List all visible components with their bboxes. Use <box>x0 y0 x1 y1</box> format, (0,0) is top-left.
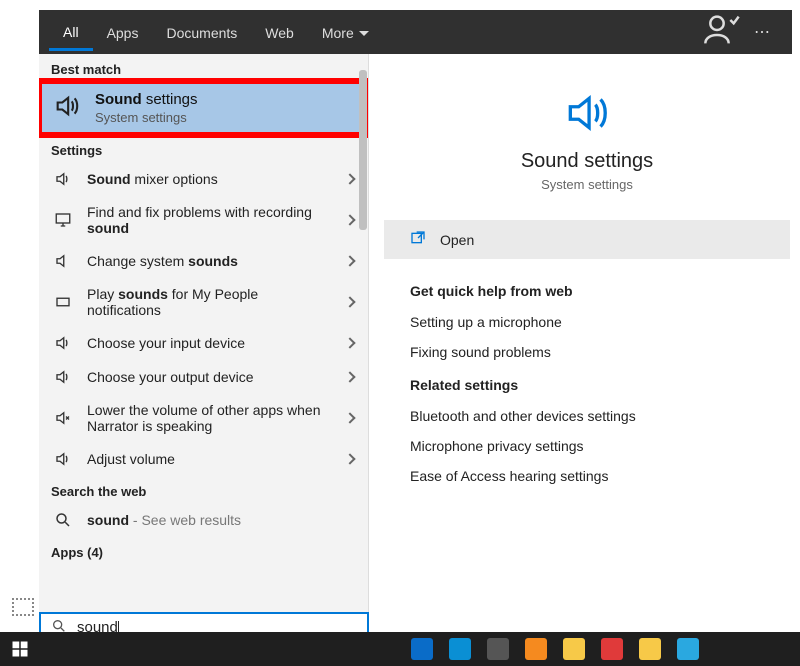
settings-result-row[interactable]: Sound mixer options <box>39 162 368 196</box>
taskbar-app-icon[interactable] <box>524 637 548 661</box>
web-result-text: sound - See web results <box>87 512 354 528</box>
chevron-right-icon <box>344 255 355 266</box>
tab-web[interactable]: Web <box>251 15 308 49</box>
feedback-icon[interactable] <box>702 10 742 55</box>
section-apps: Apps (4) <box>39 537 368 564</box>
tab-documents[interactable]: Documents <box>152 15 251 49</box>
chevron-right-icon <box>344 296 355 307</box>
open-label: Open <box>440 232 474 248</box>
mute-icon <box>53 252 73 270</box>
tab-all[interactable]: All <box>49 14 93 51</box>
search-results-panel: Best match Sound settings System setting… <box>39 54 369 621</box>
result-text: Find and fix problems with recording sou… <box>87 204 332 236</box>
tab-apps[interactable]: Apps <box>93 15 153 49</box>
settings-result-row[interactable]: Choose your input device <box>39 326 368 360</box>
taskbar-app-icon[interactable] <box>448 637 472 661</box>
tab-more-label: More <box>322 25 354 41</box>
speaker-icon <box>53 450 73 468</box>
settings-result-row[interactable]: Lower the volume of other apps when Narr… <box>39 394 368 442</box>
open-action[interactable]: Open <box>384 220 790 259</box>
more-options-icon[interactable]: ⋯ <box>742 22 782 42</box>
best-match-subtitle: System settings <box>95 110 198 125</box>
chevron-right-icon <box>344 412 355 423</box>
related-link[interactable]: Ease of Access hearing settings <box>410 461 764 491</box>
scrollbar-thumb[interactable] <box>359 70 367 230</box>
chevron-down-icon <box>359 31 369 36</box>
settings-result-row[interactable]: Find and fix problems with recording sou… <box>39 196 368 244</box>
related-header: Related settings <box>410 377 764 393</box>
web-result-row[interactable]: sound - See web results <box>39 503 368 537</box>
section-best-match: Best match <box>39 54 368 81</box>
tab-more[interactable]: More <box>308 15 383 49</box>
result-text: Adjust volume <box>87 451 332 467</box>
result-text: Change system sounds <box>87 253 332 269</box>
settings-result-row[interactable]: Play sounds for My People notifications <box>39 278 368 326</box>
taskbar-app-icon[interactable] <box>600 637 624 661</box>
settings-result-row[interactable]: Change system sounds <box>39 244 368 278</box>
speaker-icon <box>384 88 790 138</box>
best-match-result[interactable]: Sound settings System settings <box>39 81 368 135</box>
result-text: Choose your output device <box>87 369 332 385</box>
best-match-title: Sound settings <box>95 91 198 108</box>
taskbar-app-icon[interactable] <box>562 637 586 661</box>
chevron-right-icon <box>344 337 355 348</box>
related-link[interactable]: Microphone privacy settings <box>410 431 764 461</box>
taskbar-app-icon[interactable] <box>638 637 662 661</box>
settings-result-row[interactable]: Adjust volume <box>39 442 368 476</box>
taskbar-app-icon[interactable] <box>676 637 700 661</box>
speaker-icon <box>53 368 73 386</box>
search-icon <box>53 511 73 529</box>
result-text: Sound mixer options <box>87 171 332 187</box>
result-text: Lower the volume of other apps when Narr… <box>87 402 332 434</box>
search-filter-bar: All Apps Documents Web More ⋯ <box>39 10 792 54</box>
related-link[interactable]: Bluetooth and other devices settings <box>410 401 764 431</box>
speaker-icon <box>53 170 73 188</box>
taskbar-app-icon[interactable] <box>486 637 510 661</box>
monitor-icon <box>53 211 73 229</box>
settings-result-row[interactable]: Choose your output device <box>39 360 368 394</box>
section-search-web: Search the web <box>39 476 368 503</box>
chevron-right-icon <box>344 371 355 382</box>
preview-pane: Sound settings System settings Open Get … <box>384 60 790 606</box>
start-button[interactable] <box>0 640 40 658</box>
help-link[interactable]: Setting up a microphone <box>410 307 764 337</box>
speaker-icon <box>53 334 73 352</box>
chevron-right-icon <box>344 453 355 464</box>
help-link[interactable]: Fixing sound problems <box>410 337 764 367</box>
speaker-icon <box>53 92 81 125</box>
rect-icon <box>53 293 73 311</box>
result-text: Play sounds for My People notifications <box>87 286 332 318</box>
chevron-right-icon <box>344 173 355 184</box>
preview-title: Sound settings <box>384 150 790 173</box>
taskbar <box>0 632 800 666</box>
taskbar-app-icon[interactable] <box>410 637 434 661</box>
background-window-fragment <box>12 598 34 616</box>
result-text: Choose your input device <box>87 335 332 351</box>
lower-icon <box>53 409 73 427</box>
preview-subtitle: System settings <box>384 177 790 192</box>
section-settings: Settings <box>39 135 368 162</box>
chevron-right-icon <box>344 214 355 225</box>
open-icon <box>410 230 426 249</box>
quick-help-header: Get quick help from web <box>410 283 764 299</box>
scrollbar[interactable] <box>356 62 368 562</box>
